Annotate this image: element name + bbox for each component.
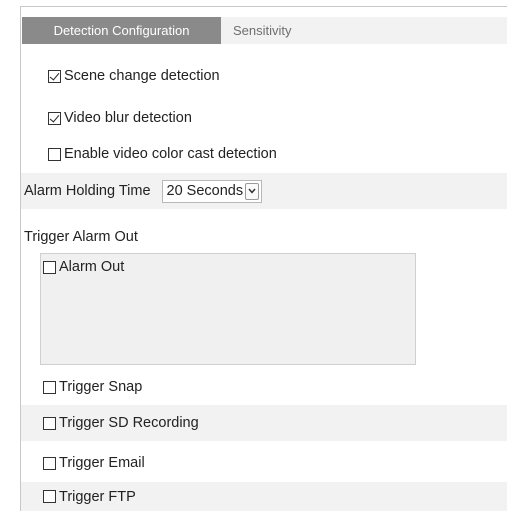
- trigger-ftp-checkbox[interactable]: [43, 490, 56, 503]
- trigger-snap-checkbox[interactable]: [43, 380, 56, 394]
- trigger-sd-recording-row: Trigger SD Recording: [21, 405, 507, 441]
- alarm-holding-value: 20 Seconds: [166, 182, 244, 199]
- alarm-holding-select[interactable]: 20 Seconds: [161, 179, 263, 203]
- trigger-ftp-label: Trigger FTP: [59, 488, 136, 505]
- alarm-holding-row: Alarm Holding Time 20 Seconds: [21, 173, 507, 209]
- trigger-snap-label: Trigger Snap: [59, 379, 143, 395]
- video-blur-row: Video blur detection: [21, 100, 507, 136]
- trigger-sd-recording-checkbox[interactable]: [43, 416, 56, 430]
- trigger-email-label: Trigger Email: [59, 455, 145, 471]
- trigger-alarm-out-row: Trigger Alarm Out: [21, 219, 507, 255]
- color-cast-label: Enable video color cast detection: [64, 146, 277, 162]
- video-blur-checkbox[interactable]: [48, 111, 61, 125]
- trigger-alarm-out-label: Trigger Alarm Out: [24, 229, 138, 245]
- alarm-out-label: Alarm Out: [59, 259, 125, 275]
- trigger-sd-recording-label: Trigger SD Recording: [59, 415, 199, 431]
- color-cast-checkbox[interactable]: [48, 147, 61, 161]
- alarm-holding-label: Alarm Holding Time: [24, 183, 151, 199]
- tab-sensitivity[interactable]: Sensitivity: [233, 17, 292, 44]
- alarm-out-list: Alarm Out: [40, 253, 416, 365]
- tab-bar: Detection Configuration Sensitivity: [22, 17, 507, 44]
- alarm-out-item: Alarm Out: [43, 259, 124, 275]
- trigger-email-checkbox[interactable]: [43, 456, 56, 470]
- video-blur-label: Video blur detection: [64, 110, 192, 126]
- color-cast-row: Enable video color cast detection: [21, 136, 507, 172]
- chevron-down-icon[interactable]: [245, 182, 260, 200]
- scene-change-label: Scene change detection: [64, 68, 220, 84]
- trigger-ftp-row: Trigger FTP: [21, 482, 507, 511]
- alarm-out-checkbox[interactable]: [43, 260, 56, 274]
- scene-change-checkbox[interactable]: [48, 69, 61, 83]
- trigger-snap-row: Trigger Snap: [21, 369, 507, 405]
- scene-change-row: Scene change detection: [21, 58, 507, 94]
- tab-detection-configuration[interactable]: Detection Configuration: [22, 17, 221, 44]
- trigger-email-row: Trigger Email: [21, 445, 507, 481]
